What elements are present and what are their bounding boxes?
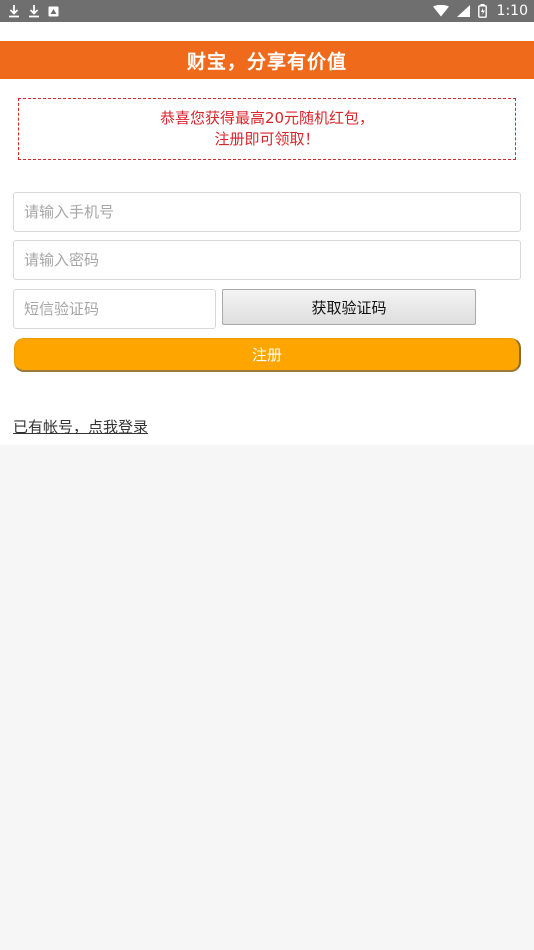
promo-notice-line2: 注册即可领取！ (214, 130, 320, 148)
status-bar-left (8, 4, 59, 18)
wifi-icon (432, 5, 449, 17)
promo-notice-line1: 恭喜您获得最高20元随机红包， (159, 109, 375, 127)
promo-notice: 恭喜您获得最高20元随机红包， 注册即可领取！ (18, 98, 516, 160)
phone-input[interactable] (13, 192, 521, 232)
status-bar-right: 1:10 (432, 3, 528, 19)
register-button[interactable]: 注册 (14, 338, 521, 372)
get-code-button[interactable]: 获取验证码 (222, 289, 476, 325)
download-icon (8, 4, 20, 18)
sms-code-input[interactable] (13, 289, 216, 329)
page-title: 财宝，分享有价值 (0, 41, 534, 79)
download-icon (28, 4, 40, 18)
status-time: 1:10 (496, 3, 528, 19)
register-page: 财宝，分享有价值 恭喜您获得最高20元随机红包， 注册即可领取！ 获取验证码 注… (0, 22, 534, 445)
login-link[interactable]: 已有帐号，点我登录 (13, 416, 148, 437)
password-input[interactable] (13, 240, 521, 280)
battery-icon (477, 4, 487, 18)
notification-icon (48, 6, 59, 17)
signal-icon (456, 5, 470, 17)
status-bar: 1:10 (0, 0, 534, 22)
